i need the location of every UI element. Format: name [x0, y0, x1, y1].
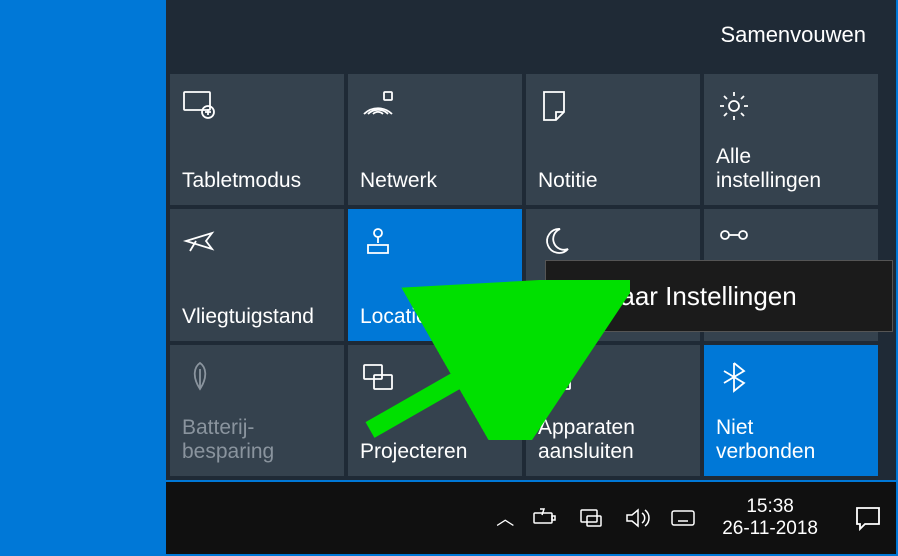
system-tray: ︿ 15:38 26-11-2018: [496, 496, 886, 540]
network-tray-icon[interactable]: [576, 503, 606, 533]
context-menu-item[interactable]: Ga naar Instellingen: [545, 260, 893, 332]
tile-label: Notitie: [538, 169, 688, 193]
location-icon: [360, 223, 400, 263]
taskbar: ︿ 15:38 26-11-2018: [166, 482, 896, 554]
airplane-icon: [182, 223, 222, 263]
keyboard-icon[interactable]: [668, 503, 698, 533]
tablet-icon: [182, 88, 222, 128]
volume-icon[interactable]: [622, 503, 652, 533]
action-center-icon[interactable]: [850, 500, 886, 536]
gear-icon: [716, 88, 756, 128]
tile-project[interactable]: Projecteren: [348, 345, 522, 476]
tile-label: Projecteren: [360, 440, 510, 464]
tile-airplane-mode[interactable]: Vliegtuigstand: [170, 209, 344, 340]
bluetooth-icon: [716, 359, 756, 399]
action-center-panel: Samenvouwen Tabletmodus Netwerk Notitie: [166, 0, 896, 480]
tray-overflow-chevron[interactable]: ︿: [496, 505, 514, 531]
power-icon[interactable]: [530, 503, 560, 533]
tile-location[interactable]: Locatie: [348, 209, 522, 340]
tile-all-settings[interactable]: Alle instellingen: [704, 74, 878, 205]
collapse-label: Samenvouwen: [720, 22, 866, 48]
tile-label: Batterij- besparing: [182, 416, 332, 464]
tile-label: Vliegtuigstand: [182, 305, 332, 329]
connect-icon: [538, 359, 578, 399]
project-icon: [360, 359, 400, 399]
note-icon: [538, 88, 578, 128]
tile-tablet-mode[interactable]: Tabletmodus: [170, 74, 344, 205]
tile-label: Niet verbonden: [716, 416, 866, 464]
tile-label: Netwerk: [360, 169, 510, 193]
leaf-icon: [182, 359, 222, 399]
tile-battery-saver[interactable]: Batterij- besparing: [170, 345, 344, 476]
moon-icon: [538, 223, 578, 263]
network-icon: [360, 88, 400, 128]
tooltip-label: Ga naar Instellingen: [564, 281, 797, 312]
tile-label: Tabletmodus: [182, 169, 332, 193]
vpn-icon: [716, 223, 756, 263]
collapse-button[interactable]: Samenvouwen: [166, 0, 896, 70]
clock-date: 26-11-2018: [722, 518, 818, 540]
tile-label: Locatie: [360, 305, 510, 329]
tile-note[interactable]: Notitie: [526, 74, 700, 205]
tile-bluetooth[interactable]: Niet verbonden: [704, 345, 878, 476]
tile-connect-devices[interactable]: Apparaten aansluiten: [526, 345, 700, 476]
tile-label: Alle instellingen: [716, 145, 866, 193]
taskbar-clock[interactable]: 15:38 26-11-2018: [714, 496, 826, 540]
clock-time: 15:38: [722, 496, 818, 518]
tile-network[interactable]: Netwerk: [348, 74, 522, 205]
tile-label: Apparaten aansluiten: [538, 416, 688, 464]
